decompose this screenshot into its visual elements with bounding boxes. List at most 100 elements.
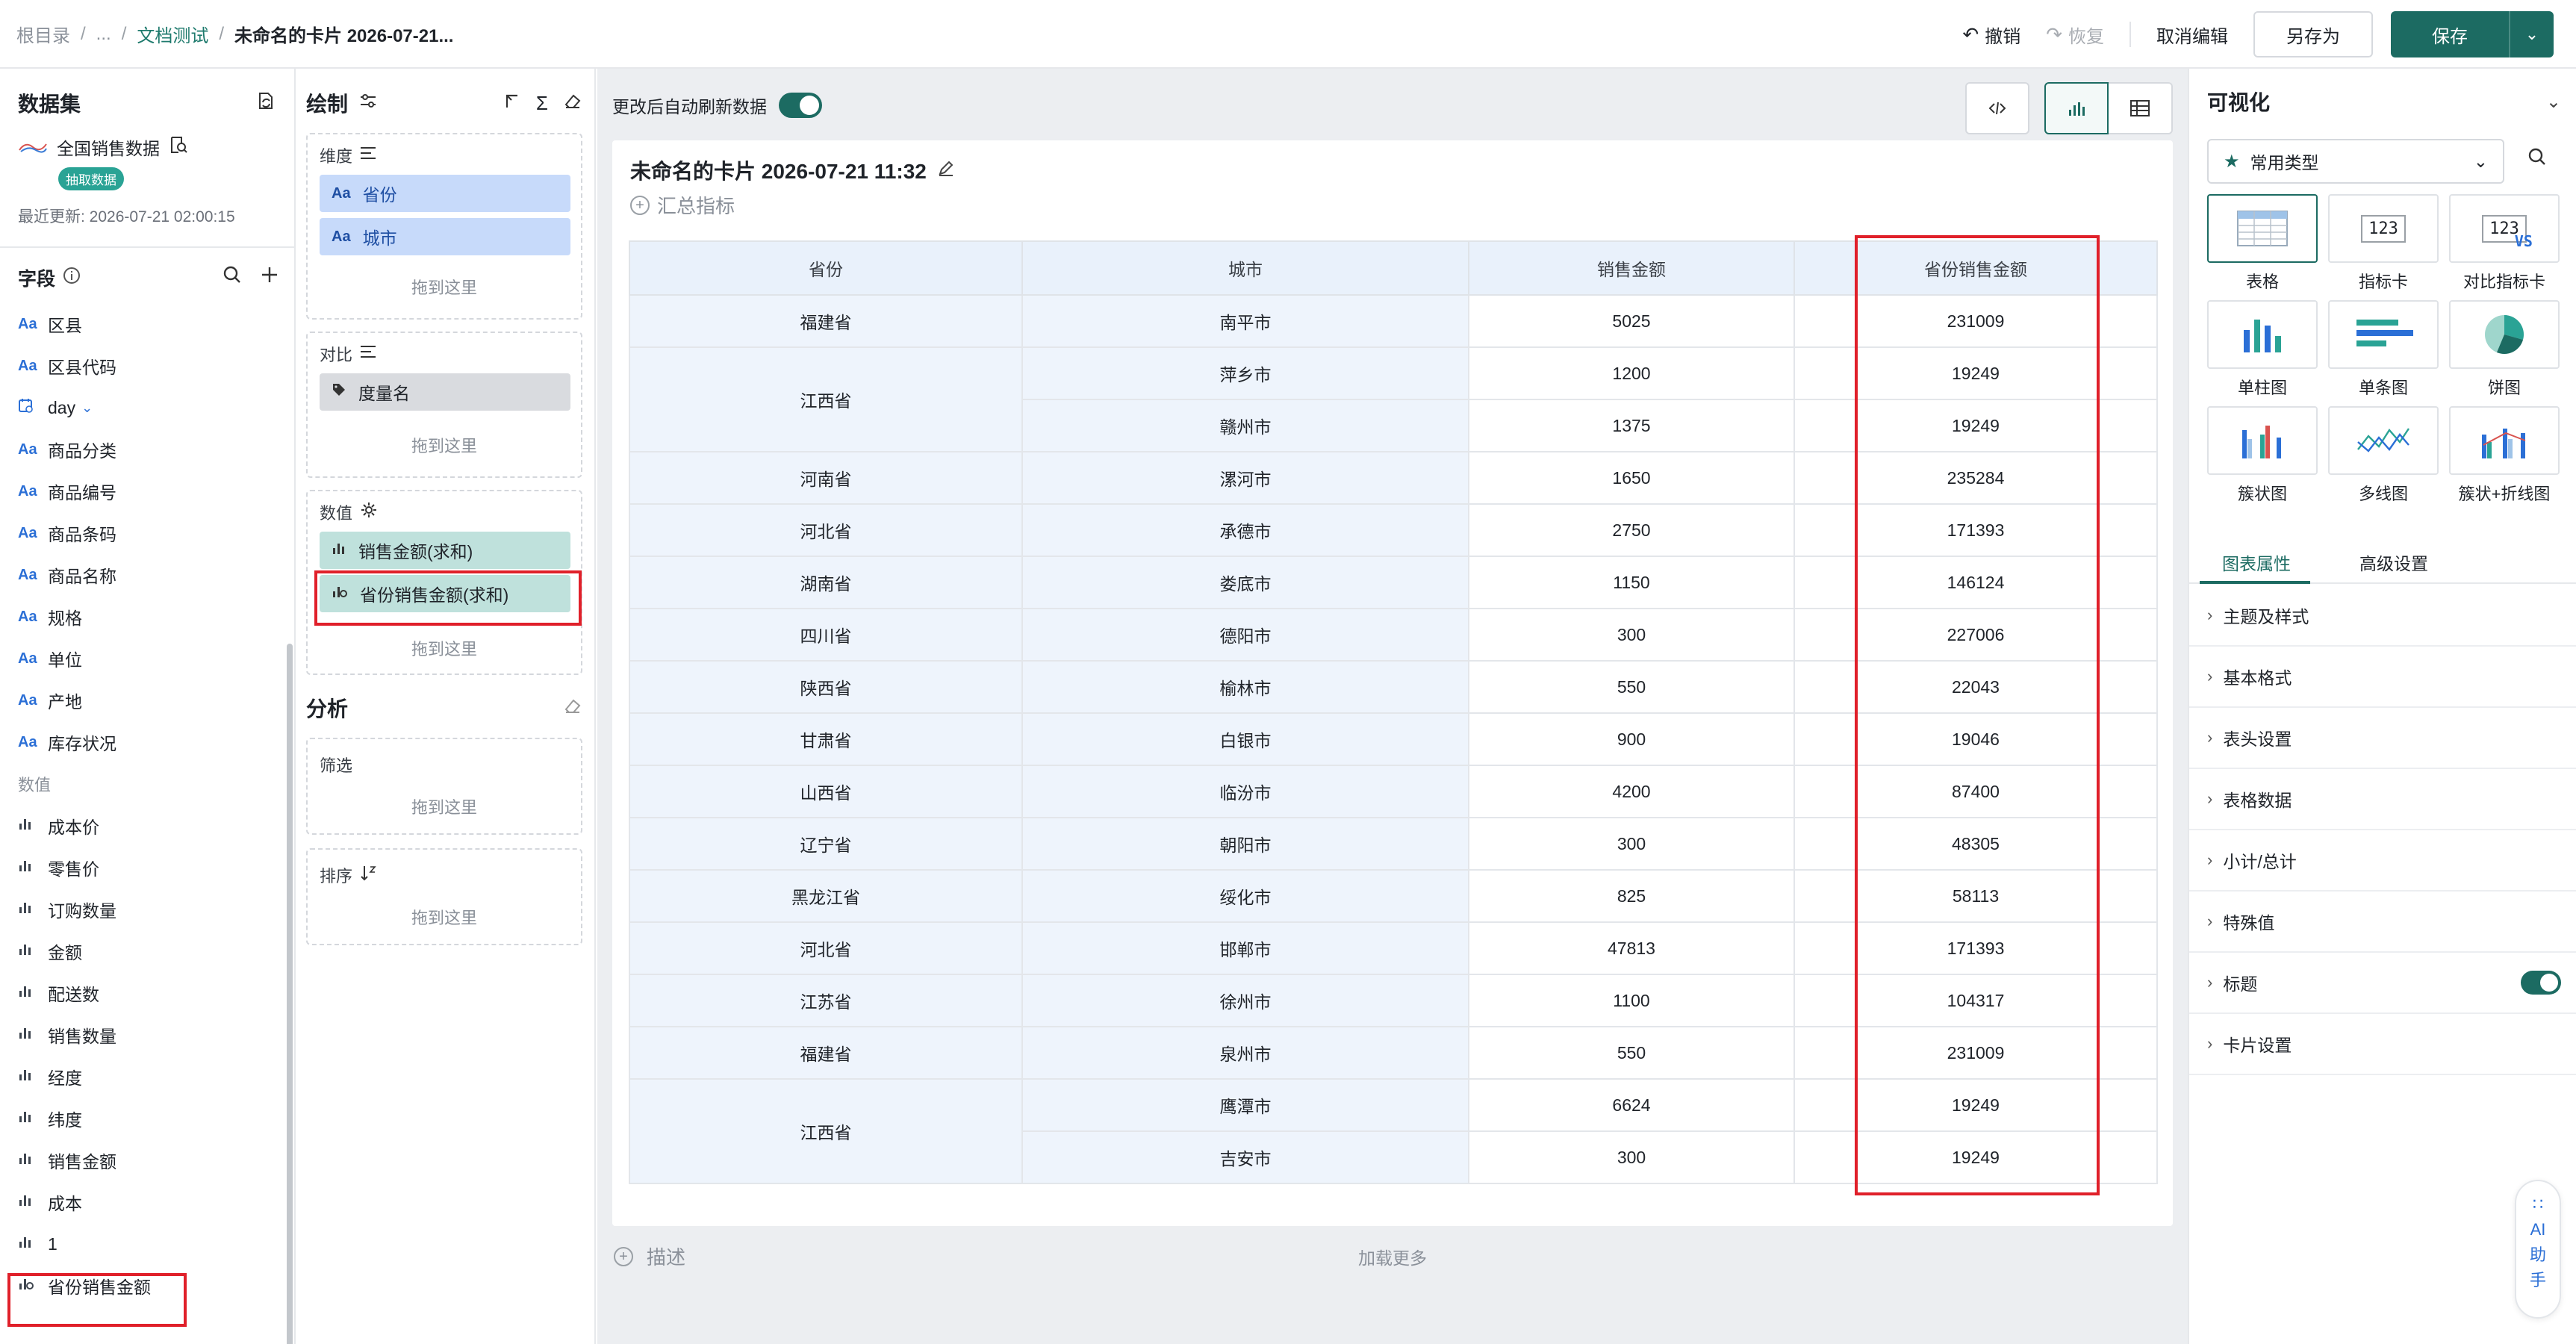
fields-scrollbar[interactable] [287, 644, 293, 1344]
chart-type-item[interactable]: 表格 [2207, 194, 2318, 293]
cell-sales[interactable]: 4200 [1468, 765, 1795, 818]
dataset-name-row[interactable]: 全国销售数据 [18, 134, 188, 160]
cell-province[interactable]: 甘肃省 [629, 712, 1023, 766]
settings-section[interactable]: › 主题及样式 [2189, 585, 2576, 647]
field-item[interactable]: 成本 [18, 1181, 272, 1223]
cell-province[interactable]: 河北省 [629, 503, 1023, 557]
cell-city[interactable]: 鹰潭市 [1021, 1078, 1469, 1132]
cell-city[interactable]: 临汾市 [1021, 765, 1469, 818]
table-view-button[interactable] [2109, 82, 2173, 134]
preview-dataset-icon[interactable] [169, 135, 188, 159]
cell-sales[interactable]: 6624 [1468, 1078, 1795, 1132]
cell-sales[interactable]: 550 [1468, 1026, 1795, 1080]
cell-city[interactable]: 泉州市 [1021, 1026, 1469, 1080]
drill-icon[interactable] [503, 92, 521, 115]
cell-sales[interactable]: 1150 [1468, 556, 1795, 609]
field-item[interactable]: Aa 区县 [18, 303, 272, 345]
cell-province[interactable]: 湖南省 [629, 556, 1023, 609]
cell-sales[interactable]: 1100 [1468, 974, 1795, 1027]
collapse-chevron-icon[interactable]: ⌄ [2546, 91, 2561, 113]
dimension-dropzone[interactable]: 维度 Aa 省份 Aa 城市 拖到这里 [306, 133, 582, 320]
field-item[interactable]: 纬度 [18, 1098, 272, 1139]
compare-dropzone[interactable]: 对比 度量名 拖到这里 [306, 332, 582, 478]
cell-sales[interactable]: 300 [1468, 608, 1795, 662]
settings-section[interactable]: › 卡片设置 [2189, 1014, 2576, 1075]
settings-section[interactable]: › 基本格式 [2189, 647, 2576, 708]
chart-type-item[interactable]: 多线图 [2328, 406, 2439, 505]
search-icon[interactable] [2527, 146, 2548, 172]
ai-assistant-button[interactable]: ∷ AI 助 手 [2515, 1180, 2561, 1319]
cell-province[interactable]: 福建省 [629, 294, 1023, 348]
sort-dropzone[interactable]: 排序 拖到这里 [306, 848, 582, 945]
cell-sales[interactable]: 1375 [1468, 399, 1795, 452]
cell-sales[interactable]: 5025 [1468, 294, 1795, 348]
cell-city[interactable]: 德阳市 [1021, 608, 1469, 662]
cell-sales[interactable]: 2750 [1468, 503, 1795, 557]
chart-type-select[interactable]: ★ 常用类型 ⌄ [2207, 139, 2504, 184]
field-item[interactable]: 销售金额 [18, 1139, 272, 1181]
cell-province[interactable]: 福建省 [629, 1026, 1023, 1080]
cell-city[interactable]: 白银市 [1021, 712, 1469, 766]
settings-section[interactable]: › 表头设置 [2189, 708, 2576, 769]
cell-city[interactable]: 承德市 [1021, 503, 1469, 557]
cell-province[interactable]: 辽宁省 [629, 817, 1023, 871]
field-item[interactable]: 金额 [18, 930, 272, 972]
cell-city[interactable]: 吉安市 [1021, 1130, 1469, 1184]
field-item[interactable]: 订购数量 [18, 889, 272, 930]
cell-city[interactable]: 朝阳市 [1021, 817, 1469, 871]
field-item[interactable]: 成本价 [18, 805, 272, 847]
draw-settings-icon[interactable] [358, 91, 378, 116]
cell-sales[interactable]: 47813 [1468, 921, 1795, 975]
field-item[interactable]: Aa 商品分类 [18, 429, 272, 470]
column-header[interactable]: 省份 [629, 240, 1023, 296]
auto-refresh-toggle[interactable] [779, 93, 822, 118]
cell-city[interactable]: 绥化市 [1021, 869, 1469, 923]
settings-section[interactable]: › 小计/总计 [2189, 830, 2576, 892]
cell-city[interactable]: 赣州市 [1021, 399, 1469, 452]
chart-type-item[interactable]: 簇状图 [2207, 406, 2318, 505]
chart-type-item[interactable]: 123 指标卡 [2328, 194, 2439, 293]
sort-icon[interactable] [360, 864, 378, 886]
cell-province[interactable]: 陕西省 [629, 660, 1023, 714]
cell-sales[interactable]: 1650 [1468, 451, 1795, 505]
cell-province[interactable]: 江西省 [629, 346, 1023, 452]
cell-city[interactable]: 南平市 [1021, 294, 1469, 348]
cell-city[interactable]: 徐州市 [1021, 974, 1469, 1027]
switch-dataset-icon[interactable] [255, 90, 276, 116]
filter-dropzone[interactable]: 筛选 拖到这里 [306, 738, 582, 835]
add-description[interactable]: + 描述 [614, 1242, 685, 1270]
field-item[interactable]: Aa 库存状况 [18, 721, 272, 763]
cell-province[interactable]: 江苏省 [629, 974, 1023, 1027]
chart-view-button[interactable] [2044, 82, 2109, 134]
chart-type-item[interactable]: 单条图 [2328, 300, 2439, 399]
save-dropdown-chevron-icon[interactable]: ⌄ [2509, 11, 2554, 57]
eraser-icon[interactable] [563, 91, 582, 116]
load-more-link[interactable]: 加载更多 [612, 1244, 2173, 1269]
cell-sales[interactable]: 550 [1468, 660, 1795, 714]
compare-menu-icon[interactable] [360, 344, 376, 364]
dimension-chip-province[interactable]: Aa 省份 [320, 175, 570, 212]
column-header[interactable]: 城市 [1021, 240, 1469, 296]
column-header[interactable]: 销售金额 [1468, 240, 1795, 296]
field-item[interactable]: Aa 商品编号 [18, 470, 272, 512]
redo-button[interactable]: ↷ 恢复 [2046, 22, 2104, 48]
cell-province[interactable]: 四川省 [629, 608, 1023, 662]
field-item[interactable]: Aa 单位 [18, 638, 272, 679]
breadcrumb-folder[interactable]: 文档测试 [137, 21, 208, 47]
field-item[interactable]: 零售价 [18, 847, 272, 889]
tab-chart-properties[interactable]: 图表属性 [2222, 550, 2291, 575]
tab-advanced-settings[interactable]: 高级设置 [2359, 550, 2428, 575]
cell-city[interactable]: 邯郸市 [1021, 921, 1469, 975]
field-item[interactable]: Aa 区县代码 [18, 345, 272, 387]
field-item[interactable]: 销售数量 [18, 1014, 272, 1056]
chart-type-item[interactable]: 123 VS 对比指标卡 [2449, 194, 2560, 293]
field-item[interactable]: Aa 商品条码 [18, 512, 272, 554]
dimension-menu-icon[interactable] [360, 146, 376, 165]
cell-province[interactable]: 河南省 [629, 451, 1023, 505]
cell-city[interactable]: 榆林市 [1021, 660, 1469, 714]
field-item[interactable]: 配送数 [18, 972, 272, 1014]
field-item[interactable]: Aa 规格 [18, 596, 272, 638]
settings-section[interactable]: › 标题 [2189, 953, 2576, 1014]
eraser-icon[interactable] [563, 696, 582, 721]
save-button[interactable]: 保存 [2391, 22, 2509, 48]
